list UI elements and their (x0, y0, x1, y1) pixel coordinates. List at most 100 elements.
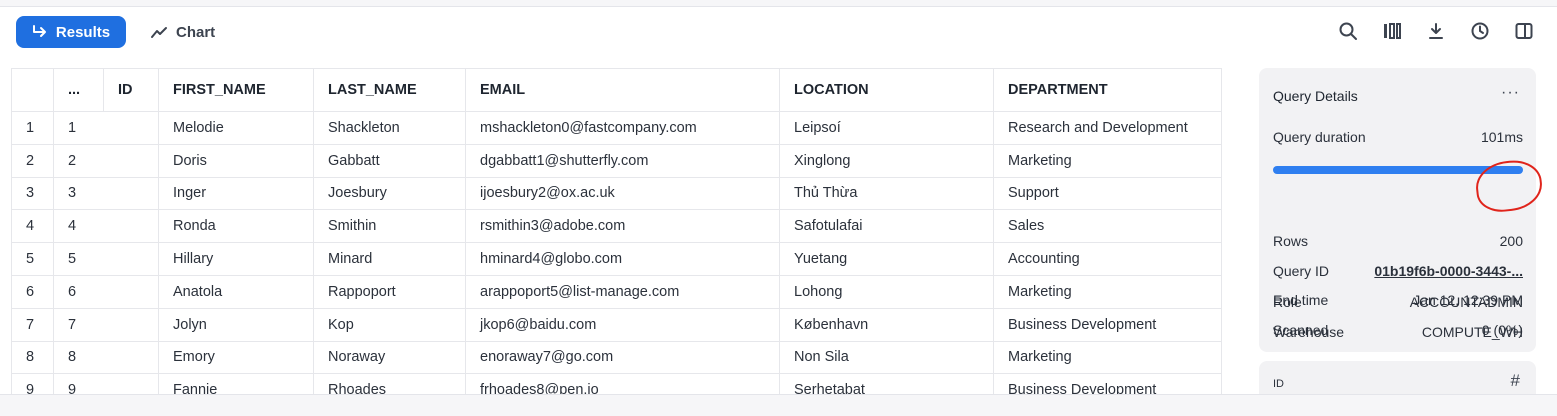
table-row[interactable]: 6 6 Anatola Rappoport arappoport5@list-m… (11, 274, 1222, 309)
query-duration-label: Query duration (1273, 129, 1366, 145)
cell-department[interactable]: Support (993, 176, 1222, 211)
role-row: Role ACCOUNTADMIN (1273, 294, 1523, 310)
column-header-first-name[interactable]: FIRST_NAME (158, 68, 314, 112)
cell-email[interactable]: enoraway7@go.com (465, 340, 780, 375)
column-header-last-name[interactable]: LAST_NAME (313, 68, 466, 112)
row-number: 8 (11, 340, 54, 375)
warehouse-value: COMPUTE_WH (1421, 324, 1523, 340)
cell-location[interactable]: Yuetang (779, 242, 994, 276)
query-id-link[interactable]: 01b19f6b-0000-3443-... (1374, 263, 1523, 279)
history-icon[interactable] (1469, 20, 1491, 42)
bottom-strip (0, 394, 1557, 416)
cell-last-name[interactable]: Noraway (313, 340, 466, 375)
cell-id[interactable]: 7 (53, 307, 159, 342)
column-options-header[interactable]: ... (53, 68, 104, 112)
cell-first-name[interactable]: Doris (158, 143, 314, 178)
cell-first-name[interactable]: Anatola (158, 274, 314, 309)
row-number: 5 (11, 242, 54, 276)
results-table: ... ID FIRST_NAME LAST_NAME EMAIL LOCATI… (11, 68, 1222, 408)
query-id-label: Query ID (1273, 263, 1330, 279)
cell-id[interactable]: 8 (53, 340, 159, 375)
cell-department[interactable]: Marketing (993, 274, 1222, 309)
results-toolbar: Results Chart (0, 7, 1557, 56)
return-arrow-icon (32, 25, 46, 37)
top-strip (0, 0, 1557, 7)
column-header-location[interactable]: LOCATION (779, 68, 994, 112)
cell-id[interactable]: 1 (53, 111, 159, 145)
cell-id[interactable]: 4 (53, 209, 159, 244)
cell-first-name[interactable]: Ronda (158, 209, 314, 244)
row-number: 4 (11, 209, 54, 244)
row-number-header (11, 68, 54, 112)
cell-email[interactable]: rsmithin3@adobe.com (465, 209, 780, 244)
cell-location[interactable]: Leipsoí (779, 111, 994, 145)
toolbar-actions (1337, 20, 1535, 42)
query-duration-row: Query duration 101ms (1273, 129, 1523, 145)
cell-last-name[interactable]: Minard (313, 242, 466, 276)
cell-department[interactable]: Business Development (993, 307, 1222, 342)
download-icon[interactable] (1425, 20, 1447, 42)
cell-location[interactable]: København (779, 307, 994, 342)
search-icon[interactable] (1337, 20, 1359, 42)
cell-email[interactable]: ijoesbury2@ox.ac.uk (465, 176, 780, 211)
cell-first-name[interactable]: Inger (158, 176, 314, 211)
table-row[interactable]: 1 1 Melodie Shackleton mshackleton0@fast… (11, 111, 1222, 145)
query-details-title: Query Details (1273, 88, 1358, 104)
rows-label: Rows (1273, 233, 1309, 249)
cell-location[interactable]: Thủ Thừa (779, 176, 994, 211)
columns-icon[interactable] (1381, 20, 1403, 42)
more-options-icon[interactable]: ··· (1501, 84, 1520, 102)
cell-id[interactable]: 2 (53, 143, 159, 178)
column-header-department[interactable]: DEPARTMENT (993, 68, 1222, 112)
cell-location[interactable]: Non Sila (779, 340, 994, 375)
cell-email[interactable]: mshackleton0@fastcompany.com (465, 111, 780, 145)
table-row[interactable]: 4 4 Ronda Smithin rsmithin3@adobe.com Sa… (11, 209, 1222, 244)
cell-department[interactable]: Accounting (993, 242, 1222, 276)
results-area: ... ID FIRST_NAME LAST_NAME EMAIL LOCATI… (0, 56, 1557, 408)
cell-id[interactable]: 3 (53, 176, 159, 211)
table-row[interactable]: 7 7 Jolyn Kop jkop6@baidu.com København … (11, 307, 1222, 342)
panel-toggle-icon[interactable] (1513, 20, 1535, 42)
cell-location[interactable]: Xinglong (779, 143, 994, 178)
cell-id[interactable]: 6 (53, 274, 159, 309)
column-stats-label: ID (1273, 378, 1284, 390)
results-tab-button[interactable]: Results (16, 16, 126, 48)
table-row[interactable]: 3 3 Inger Joesbury ijoesbury2@ox.ac.uk T… (11, 176, 1222, 211)
line-chart-icon (151, 27, 167, 38)
column-header-id[interactable]: ID (103, 68, 159, 112)
cell-last-name[interactable]: Gabbatt (313, 143, 466, 178)
role-label: Role (1273, 294, 1302, 310)
table-row[interactable]: 2 2 Doris Gabbatt dgabbatt1@shutterfly.c… (11, 143, 1222, 178)
cell-email[interactable]: hminard4@globo.com (465, 242, 780, 276)
chart-tab-button[interactable]: Chart (142, 16, 228, 48)
table-row[interactable]: 5 5 Hillary Minard hminard4@globo.com Yu… (11, 242, 1222, 276)
cell-last-name[interactable]: Smithin (313, 209, 466, 244)
cell-last-name[interactable]: Shackleton (313, 111, 466, 145)
hash-icon: # (1510, 371, 1520, 390)
cell-last-name[interactable]: Joesbury (313, 176, 466, 211)
cell-first-name[interactable]: Jolyn (158, 307, 314, 342)
cell-location[interactable]: Lohong (779, 274, 994, 309)
row-number: 1 (11, 111, 54, 145)
cell-first-name[interactable]: Melodie (158, 111, 314, 145)
cell-department[interactable]: Marketing (993, 143, 1222, 178)
cell-department[interactable]: Research and Development (993, 111, 1222, 145)
rows-row: Rows 200 (1273, 233, 1523, 249)
cell-department[interactable]: Sales (993, 209, 1222, 244)
cell-last-name[interactable]: Rappoport (313, 274, 466, 309)
cell-first-name[interactable]: Emory (158, 340, 314, 375)
query-duration-value: 101ms (1480, 129, 1523, 145)
cell-last-name[interactable]: Kop (313, 307, 466, 342)
query-id-row: Query ID 01b19f6b-0000-3443-... (1273, 263, 1523, 279)
table-row[interactable]: 8 8 Emory Noraway enoraway7@go.com Non S… (11, 340, 1222, 375)
cell-id[interactable]: 5 (53, 242, 159, 276)
row-number: 7 (11, 307, 54, 342)
cell-department[interactable]: Marketing (993, 340, 1222, 375)
cell-email[interactable]: arappoport5@list-manage.com (465, 274, 780, 309)
warehouse-label: Warehouse (1273, 324, 1345, 340)
cell-first-name[interactable]: Hillary (158, 242, 314, 276)
cell-location[interactable]: Safotulafai (779, 209, 994, 244)
column-header-email[interactable]: EMAIL (465, 68, 780, 112)
cell-email[interactable]: dgabbatt1@shutterfly.com (465, 143, 780, 178)
cell-email[interactable]: jkop6@baidu.com (465, 307, 780, 342)
